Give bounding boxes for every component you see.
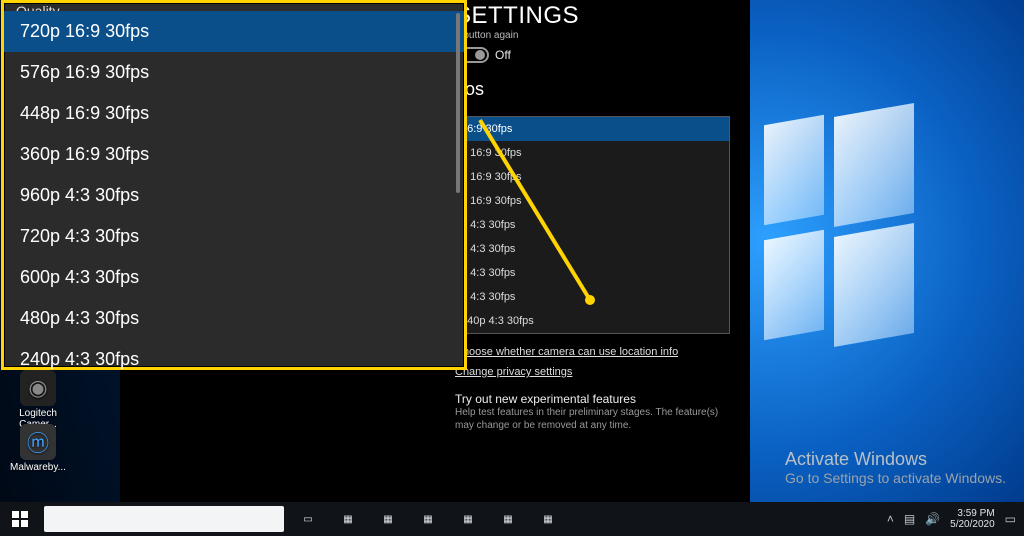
quality-option-large[interactable]: 480p 4:3 30fps: [4, 298, 464, 339]
quality-option-large[interactable]: 720p 4:3 30fps: [4, 216, 464, 257]
taskbar-clock[interactable]: 3:59 PM 5/20/2020: [950, 508, 995, 530]
quality-option-large[interactable]: 448p 16:9 30fps: [4, 93, 464, 134]
task-view-icon[interactable]: ▭: [288, 502, 328, 536]
quality-option-large[interactable]: 960p 4:3 30fps: [4, 175, 464, 216]
taskbar-app[interactable]: ▦: [448, 502, 488, 536]
quality-option-large[interactable]: 576p 16:9 30fps: [4, 52, 464, 93]
toggle-label: Off: [495, 48, 511, 62]
quality-option-large[interactable]: 600p 4:3 30fps: [4, 257, 464, 298]
taskbar: ▭ ▦ ▦ ▦ ▦ ▦ ▦ ˄ ▤ 🔊 3:59 PM 5/20/2020 ▭: [0, 502, 1024, 536]
quality-option[interactable]: p 16:9 30fps: [451, 189, 729, 213]
quality-option[interactable]: p 4:3 30fps: [451, 213, 729, 237]
quality-option[interactable]: p 16:9 30fps: [451, 141, 729, 165]
taskbar-app[interactable]: ▦: [488, 502, 528, 536]
quality-label: Quality: [4, 3, 464, 11]
activate-sub: Go to Settings to activate Windows.: [785, 470, 1006, 486]
start-button[interactable]: [0, 502, 40, 536]
malwarebytes-icon: ⓜ: [20, 424, 56, 460]
quality-option[interactable]: p 16:9 30fps: [451, 165, 729, 189]
activate-title: Activate Windows: [785, 449, 1006, 470]
quality-option[interactable]: 16:9 30fps: [451, 117, 729, 141]
taskbar-search[interactable]: [44, 506, 284, 532]
taskbar-app[interactable]: ▦: [328, 502, 368, 536]
scrollbar[interactable]: [456, 13, 460, 193]
taskbar-app[interactable]: ▦: [408, 502, 448, 536]
experimental-body: Help test features in their preliminary …: [455, 406, 730, 432]
magnified-quality-dropdown: Quality 720p 16:9 30fps 576p 16:9 30fps …: [1, 0, 467, 370]
quality-option-large[interactable]: 720p 16:9 30fps: [4, 11, 464, 52]
quality-option[interactable]: p 4:3 30fps: [451, 261, 729, 285]
tray-network-icon[interactable]: ▤: [904, 512, 915, 526]
taskbar-app[interactable]: ▦: [368, 502, 408, 536]
windows-wallpaper-logo: [764, 100, 1004, 400]
quality-option[interactable]: p 4:3 30fps: [451, 285, 729, 309]
quality-option-large[interactable]: 360p 16:9 30fps: [4, 134, 464, 175]
desktop-icon-malwarebytes[interactable]: ⓜ Malwareby...: [8, 424, 68, 473]
quality-option[interactable]: p 4:3 30fps: [451, 237, 729, 261]
quality-option-large[interactable]: 240p 4:3 30fps: [4, 339, 464, 380]
taskbar-app[interactable]: ▦: [528, 502, 568, 536]
tray-chevron-icon[interactable]: ˄: [887, 512, 894, 526]
tray-volume-icon[interactable]: 🔊: [925, 512, 940, 526]
activate-windows-watermark: Activate Windows Go to Settings to activ…: [785, 449, 1006, 486]
notifications-icon[interactable]: ▭: [1005, 512, 1016, 526]
quality-option[interactable]: 240p 4:3 30fps: [451, 309, 729, 333]
quality-dropdown-small[interactable]: 16:9 30fps p 16:9 30fps p 16:9 30fps p 1…: [450, 116, 730, 334]
experimental-heading: Try out new experimental features: [455, 392, 730, 406]
